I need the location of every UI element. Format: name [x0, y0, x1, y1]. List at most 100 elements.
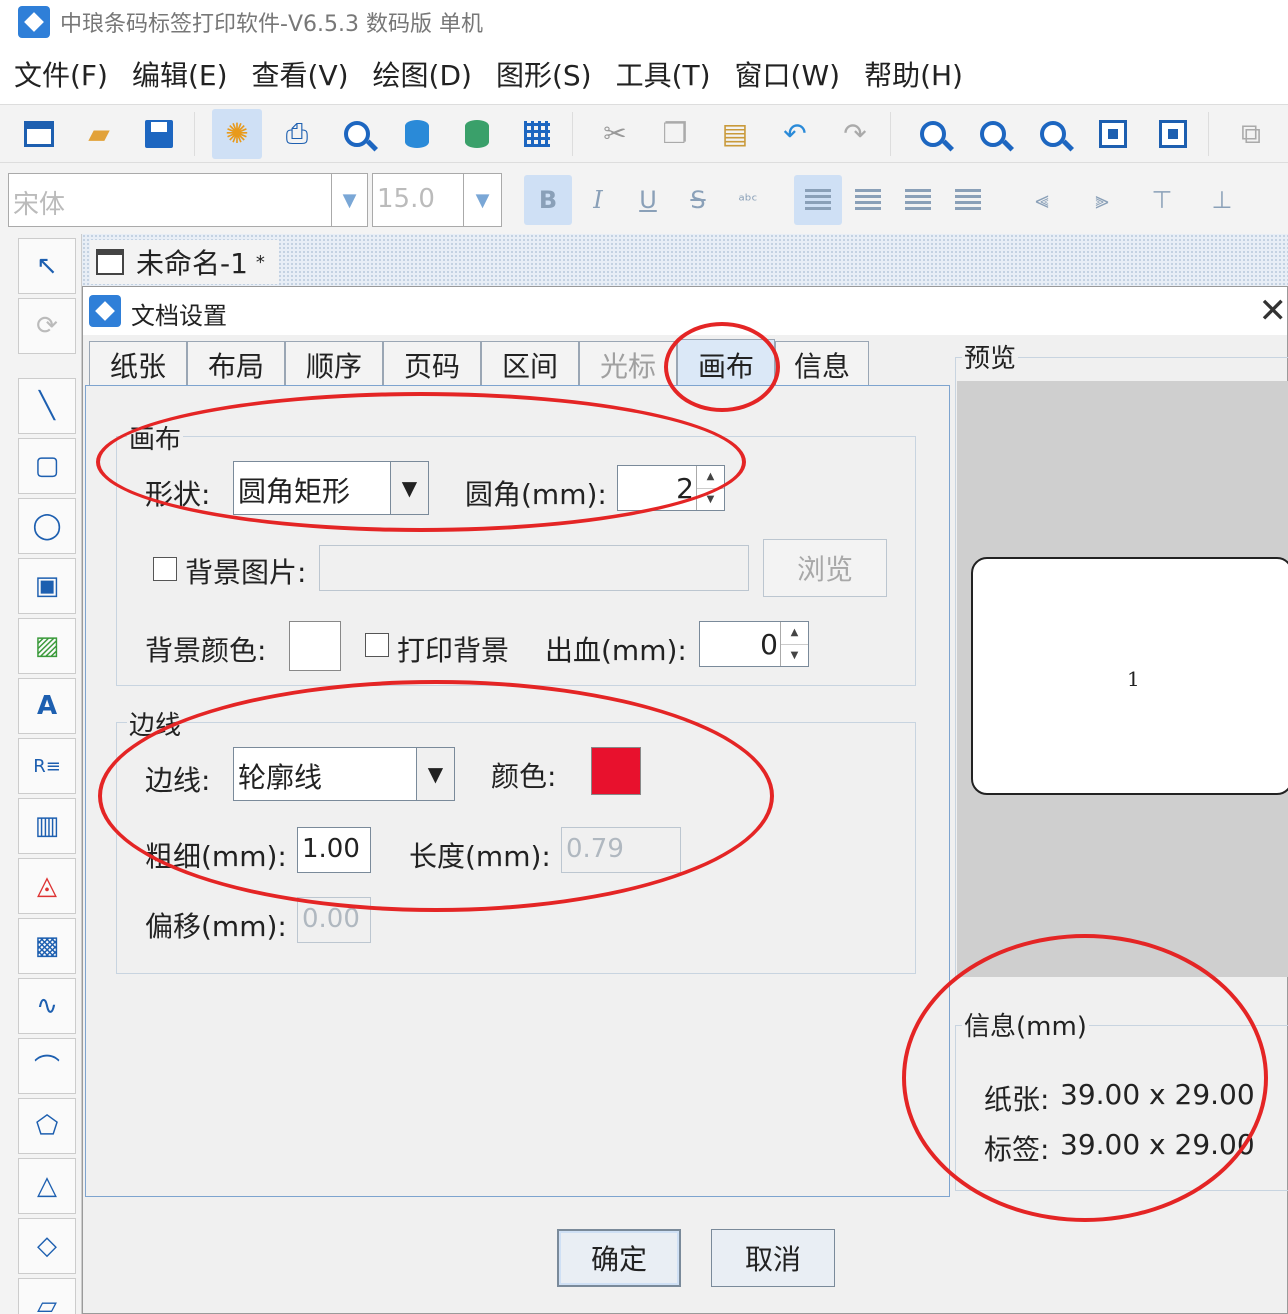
menu-window[interactable]: 窗口(W): [735, 54, 841, 94]
chevron-down-icon[interactable]: ▼: [331, 174, 367, 226]
italic-button[interactable]: I: [574, 175, 622, 225]
spin-down-icon[interactable]: ▼: [781, 643, 808, 667]
text-direction-button[interactable]: ᵃᵇᶜ: [724, 175, 772, 225]
spin-up-icon[interactable]: ▲: [781, 622, 808, 644]
corner-radius-spinner[interactable]: 2 ▲ ▼: [617, 465, 725, 511]
clipboard-icon: ▤: [721, 117, 749, 150]
shape-value: 圆角矩形: [238, 475, 351, 508]
spin-up-icon[interactable]: ▲: [697, 466, 724, 488]
title-bar: 中琅条码标签打印软件-V6.5.3 数码版 单机: [0, 0, 1288, 44]
align-left-button[interactable]: [794, 175, 842, 225]
print-background-checkbox[interactable]: [365, 633, 389, 657]
rounded-rect-tool-button[interactable]: ▢: [18, 438, 76, 494]
spinner-buttons[interactable]: ▲ ▼: [780, 622, 808, 666]
arrange-button[interactable]: ⧉: [1226, 109, 1276, 159]
rich-text-tool-button[interactable]: R≡: [18, 738, 76, 794]
zoom-actual-button[interactable]: [1028, 109, 1078, 159]
font-size-select[interactable]: 15.0 ▼: [372, 173, 502, 227]
save-button[interactable]: [134, 109, 184, 159]
background-color-swatch[interactable]: [289, 621, 341, 671]
thickness-field[interactable]: 1.00: [297, 827, 371, 873]
database-button[interactable]: [392, 109, 442, 159]
picture-tool-button[interactable]: ▨: [18, 618, 76, 674]
chart-tool-button[interactable]: ◬: [18, 858, 76, 914]
bold-button[interactable]: B: [524, 175, 572, 225]
document-settings-button[interactable]: ✺: [212, 108, 262, 159]
border-color-swatch[interactable]: [591, 747, 641, 795]
line-tool-button[interactable]: ╲: [18, 378, 76, 434]
align-objects-right-button[interactable]: ⫸: [1078, 175, 1126, 225]
copy-button[interactable]: ❐: [650, 109, 700, 159]
align-objects-bottom-icon: ⊥: [1211, 186, 1233, 214]
rotate-tool-button[interactable]: ⟳: [18, 298, 76, 354]
underline-button[interactable]: U: [624, 175, 672, 225]
menu-view[interactable]: 查看(V): [252, 54, 349, 94]
align-right-button[interactable]: [894, 175, 942, 225]
bleed-spinner[interactable]: 0 ▲ ▼: [699, 621, 809, 667]
ellipse-tool-button[interactable]: ◯: [18, 498, 76, 554]
menu-shape[interactable]: 图形(S): [496, 54, 592, 94]
tab-layout[interactable]: 布局: [187, 341, 285, 387]
print-preview-button[interactable]: [332, 109, 382, 159]
zoom-out-button[interactable]: [968, 109, 1018, 159]
align-objects-bottom-button[interactable]: ⊥: [1198, 175, 1246, 225]
chevron-down-icon[interactable]: ▼: [390, 462, 428, 514]
align-center-button[interactable]: [844, 175, 892, 225]
zoom-in-button[interactable]: [908, 109, 958, 159]
chevron-down-icon[interactable]: ▼: [463, 174, 501, 226]
align-justify-button[interactable]: [944, 175, 992, 225]
tab-order[interactable]: 顺序: [285, 341, 383, 387]
text-tool-button[interactable]: A: [18, 678, 76, 734]
border-style-select[interactable]: 轮廓线 ▼: [233, 747, 455, 801]
menu-draw[interactable]: 绘图(D): [373, 54, 472, 94]
arc-tool-button[interactable]: ⌒: [18, 1038, 76, 1094]
database-settings-button[interactable]: [452, 109, 502, 159]
font-family-select[interactable]: 宋体 ▼: [8, 173, 368, 227]
tab-paper[interactable]: 纸张: [89, 341, 187, 387]
shape-select[interactable]: 圆角矩形 ▼: [233, 461, 429, 515]
background-image-checkbox[interactable]: [153, 557, 177, 581]
strikethrough-button[interactable]: S: [674, 175, 722, 225]
document-tab[interactable]: 未命名-1 *: [90, 240, 279, 284]
border-label: 边线:: [145, 764, 211, 797]
spin-down-icon[interactable]: ▼: [697, 487, 724, 511]
label-size-label: 标签:: [984, 1133, 1050, 1166]
spinner-buttons[interactable]: ▲ ▼: [696, 466, 724, 510]
select-tool-button[interactable]: ↖: [18, 238, 76, 294]
curve-tool-button[interactable]: ∿: [18, 978, 76, 1034]
tab-page-number[interactable]: 页码: [383, 341, 481, 387]
canvas-group: 画布 形状: 圆角矩形 ▼ 圆角(mm): 2 ▲ ▼ 背景图片: 浏览 背景颜色…: [116, 419, 916, 686]
undo-button[interactable]: ↶: [770, 109, 820, 159]
menu-help[interactable]: 帮助(H): [864, 54, 963, 94]
menu-tools[interactable]: 工具(T): [616, 54, 711, 94]
qrcode-tool-button[interactable]: ▩: [18, 918, 76, 974]
triangle-tool-button[interactable]: △: [18, 1158, 76, 1214]
tab-info[interactable]: 信息: [775, 341, 869, 387]
barcode-tool-button[interactable]: ▥: [18, 798, 76, 854]
open-button[interactable]: ▰: [74, 109, 124, 159]
ok-button[interactable]: 确定: [557, 1229, 681, 1287]
paste-button[interactable]: ▤: [710, 109, 760, 159]
polygon-tool-button[interactable]: ⬠: [18, 1098, 76, 1154]
fit-label-button[interactable]: [1148, 109, 1198, 159]
tab-range[interactable]: 区间: [481, 341, 579, 387]
dialog-title: 文档设置: [131, 302, 227, 330]
redo-button[interactable]: ↷: [830, 109, 880, 159]
parallelogram-tool-button[interactable]: ▱: [18, 1278, 76, 1314]
align-objects-left-button[interactable]: ⫷: [1018, 175, 1066, 225]
print-button[interactable]: ⎙: [272, 109, 322, 159]
align-objects-top-button[interactable]: ⊤: [1138, 175, 1186, 225]
chevron-down-icon[interactable]: ▼: [416, 748, 454, 800]
cut-button[interactable]: ✂: [590, 109, 640, 159]
new-document-button[interactable]: [14, 109, 64, 159]
tab-canvas[interactable]: 画布: [677, 339, 775, 389]
diamond-tool-button[interactable]: ◇: [18, 1218, 76, 1274]
menu-edit[interactable]: 编辑(E): [132, 54, 228, 94]
fit-page-button[interactable]: [1088, 109, 1138, 159]
close-icon[interactable]: ✕: [1259, 291, 1288, 331]
cancel-button[interactable]: 取消: [711, 1229, 835, 1287]
parallelogram-icon: ▱: [37, 1291, 57, 1314]
image-tool-button[interactable]: ▣: [18, 558, 76, 614]
menu-file[interactable]: 文件(F): [14, 54, 108, 94]
grid-button[interactable]: [512, 109, 562, 159]
